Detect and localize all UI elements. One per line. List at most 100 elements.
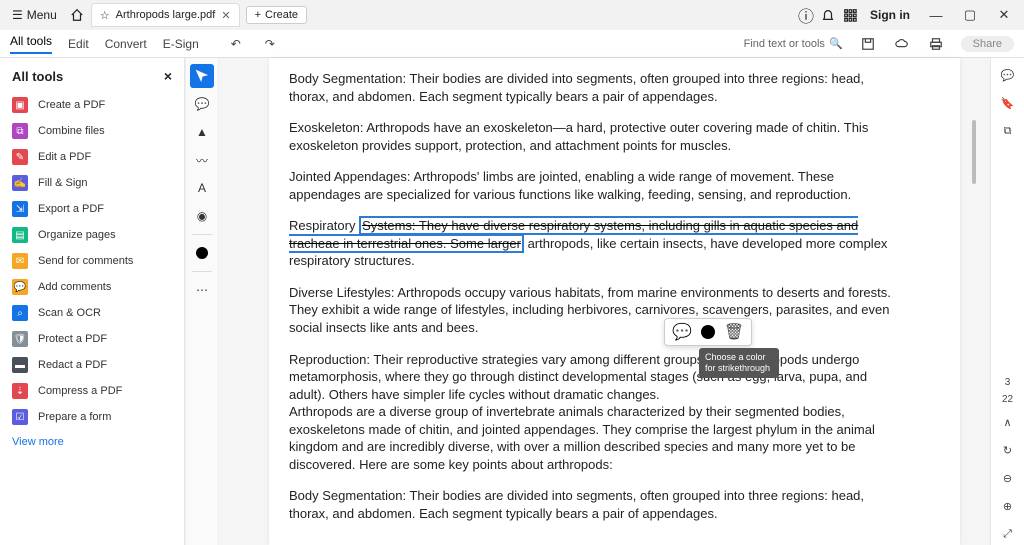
- paragraph: Body Segmentation: Their bodies are divi…: [289, 487, 900, 522]
- cloud-upload-icon[interactable]: [893, 35, 911, 53]
- star-icon: ☆: [100, 9, 110, 22]
- bookmark-icon[interactable]: 🔖: [997, 92, 1019, 114]
- apps-grid-icon[interactable]: [842, 7, 858, 23]
- page-up-icon[interactable]: ∧: [997, 411, 1019, 433]
- document-tab[interactable]: ☆ Arthropods large.pdf ✕: [91, 3, 240, 27]
- scrollbar-thumb[interactable]: [972, 120, 976, 184]
- menu-label: Menu: [27, 8, 57, 22]
- pages-icon[interactable]: ⧉: [997, 120, 1019, 142]
- bell-icon[interactable]: [820, 7, 836, 23]
- paragraph: Diverse Lifestyles: Arthropods occupy va…: [289, 284, 900, 337]
- home-icon[interactable]: [69, 7, 85, 23]
- tab-esign[interactable]: E-Sign: [163, 37, 199, 51]
- document-viewport[interactable]: Body Segmentation: Their bodies are divi…: [219, 58, 990, 545]
- sidebar-title: All tools: [12, 69, 63, 84]
- annotation-toolstrip: 💬 ▲ 〰 A ◉ ⋯: [185, 58, 219, 545]
- create-pdf-icon: ▣: [12, 97, 28, 113]
- tab-convert[interactable]: Convert: [105, 37, 147, 51]
- window-minimize-icon[interactable]: —: [922, 1, 950, 29]
- text-tool-icon[interactable]: A: [190, 176, 214, 200]
- draw-tool-icon[interactable]: 〰: [190, 148, 214, 172]
- tool-export-pdf[interactable]: ⇲Export a PDF: [12, 196, 172, 222]
- selection-tool-icon[interactable]: [190, 64, 214, 88]
- export-pdf-icon: ⇲: [12, 201, 28, 217]
- highlight-tool-icon[interactable]: ▲: [190, 120, 214, 144]
- color-picker-button[interactable]: [701, 325, 715, 339]
- view-more-link[interactable]: View more: [12, 436, 172, 448]
- tool-combine-files[interactable]: ⧉Combine files: [12, 118, 172, 144]
- undo-icon[interactable]: ↶: [227, 35, 245, 53]
- rotate-icon[interactable]: ↻: [997, 439, 1019, 461]
- tool-send-for-comments[interactable]: ✉Send for comments: [12, 248, 172, 274]
- send-comments-icon: ✉: [12, 253, 28, 269]
- paragraph: Reproduction: Their reproductive strateg…: [289, 351, 900, 404]
- save-icon[interactable]: [859, 35, 877, 53]
- text-before-strike: Respiratory: [289, 218, 359, 233]
- fill-sign-icon: ✍: [12, 175, 28, 191]
- page-number[interactable]: 3: [1005, 377, 1011, 388]
- redo-icon[interactable]: ↷: [261, 35, 279, 53]
- tab-close-icon[interactable]: ✕: [221, 9, 230, 22]
- tab-edit[interactable]: Edit: [68, 37, 89, 51]
- window-close-icon[interactable]: ✕: [990, 1, 1018, 29]
- comment-tool-icon[interactable]: 💬: [190, 92, 214, 116]
- paragraph: Exoskeleton: Arthropods have an exoskele…: [289, 119, 900, 154]
- comment-icon[interactable]: 💬: [673, 323, 691, 341]
- find-field[interactable]: Find text or tools 🔍: [744, 37, 843, 50]
- zoom-in-icon[interactable]: ⊕: [997, 495, 1019, 517]
- share-button[interactable]: Share: [961, 36, 1014, 52]
- sidebar-header: All tools ×: [12, 68, 172, 84]
- zoom-out-icon[interactable]: ⊖: [997, 467, 1019, 489]
- tool-organize-pages[interactable]: ▤Organize pages: [12, 222, 172, 248]
- paragraph: Jointed Appendages: Arthropods' limbs ar…: [289, 168, 900, 203]
- sign-in-button[interactable]: Sign in: [864, 8, 916, 22]
- tool-edit-pdf[interactable]: ✎Edit a PDF: [12, 144, 172, 170]
- color-tool-icon[interactable]: [190, 241, 214, 265]
- title-bar: ☰ Menu ☆ Arthropods large.pdf ✕ + Create…: [0, 0, 1024, 30]
- sidebar-all-tools: All tools × ▣Create a PDF ⧉Combine files…: [0, 58, 185, 545]
- color-picker-tooltip: Choose a color for strikethrough: [699, 348, 779, 378]
- window-maximize-icon[interactable]: ▢: [956, 1, 984, 29]
- page-content: Body Segmentation: Their bodies are divi…: [269, 58, 960, 545]
- page-total: 22: [1002, 394, 1013, 405]
- stamp-tool-icon[interactable]: ◉: [190, 204, 214, 228]
- plus-icon: +: [255, 9, 261, 21]
- strikethrough-popup: 💬 🗑: [664, 318, 752, 346]
- search-icon: 🔍: [829, 37, 843, 50]
- create-button[interactable]: + Create: [246, 6, 307, 24]
- tab-all-tools[interactable]: All tools: [10, 34, 52, 54]
- edit-pdf-icon: ✎: [12, 149, 28, 165]
- side-comment-icon[interactable]: 💬: [997, 64, 1019, 86]
- menu-button[interactable]: ☰ Menu: [6, 6, 63, 24]
- ribbon-bar: All tools Edit Convert E-Sign ↶ ↷ Find t…: [0, 30, 1024, 58]
- add-comments-icon: 💬: [12, 279, 28, 295]
- tool-redact-pdf[interactable]: ▬Redact a PDF: [12, 352, 172, 378]
- organize-pages-icon: ▤: [12, 227, 28, 243]
- tool-scan-ocr[interactable]: ⌕Scan & OCR: [12, 300, 172, 326]
- right-toolbar: 💬 🔖 ⧉ 3 22 ∧ ↻ ⊖ ⊕ ⤢: [990, 58, 1024, 545]
- tool-fill-sign[interactable]: ✍Fill & Sign: [12, 170, 172, 196]
- compress-pdf-icon: ⇣: [12, 383, 28, 399]
- redact-pdf-icon: ▬: [12, 357, 28, 373]
- document-filename: Arthropods large.pdf: [116, 9, 216, 21]
- find-label: Find text or tools: [744, 38, 825, 50]
- fit-page-icon[interactable]: ⤢: [997, 523, 1019, 545]
- tool-create-pdf[interactable]: ▣Create a PDF: [12, 92, 172, 118]
- prepare-form-icon: ☑: [12, 409, 28, 425]
- print-icon[interactable]: [927, 35, 945, 53]
- scan-ocr-icon: ⌕: [12, 305, 28, 321]
- tool-prepare-form[interactable]: ☑Prepare a form: [12, 404, 172, 430]
- delete-icon[interactable]: 🗑: [725, 323, 743, 341]
- paragraph-with-strikethrough: Respiratory Systems: They have diverse r…: [289, 217, 900, 270]
- tool-add-comments[interactable]: 💬Add comments: [12, 274, 172, 300]
- combine-files-icon: ⧉: [12, 123, 28, 139]
- paragraph: Arthropods are a diverse group of invert…: [289, 403, 900, 473]
- more-tools-icon[interactable]: ⋯: [190, 278, 214, 302]
- create-label: Create: [265, 9, 298, 21]
- protect-pdf-icon: 🛡: [12, 331, 28, 347]
- tool-protect-pdf[interactable]: 🛡Protect a PDF: [12, 326, 172, 352]
- tool-compress-pdf[interactable]: ⇣Compress a PDF: [12, 378, 172, 404]
- paragraph: Body Segmentation: Their bodies are divi…: [289, 70, 900, 105]
- sidebar-close-icon[interactable]: ×: [164, 68, 172, 84]
- help-icon[interactable]: ⓘ: [798, 7, 814, 23]
